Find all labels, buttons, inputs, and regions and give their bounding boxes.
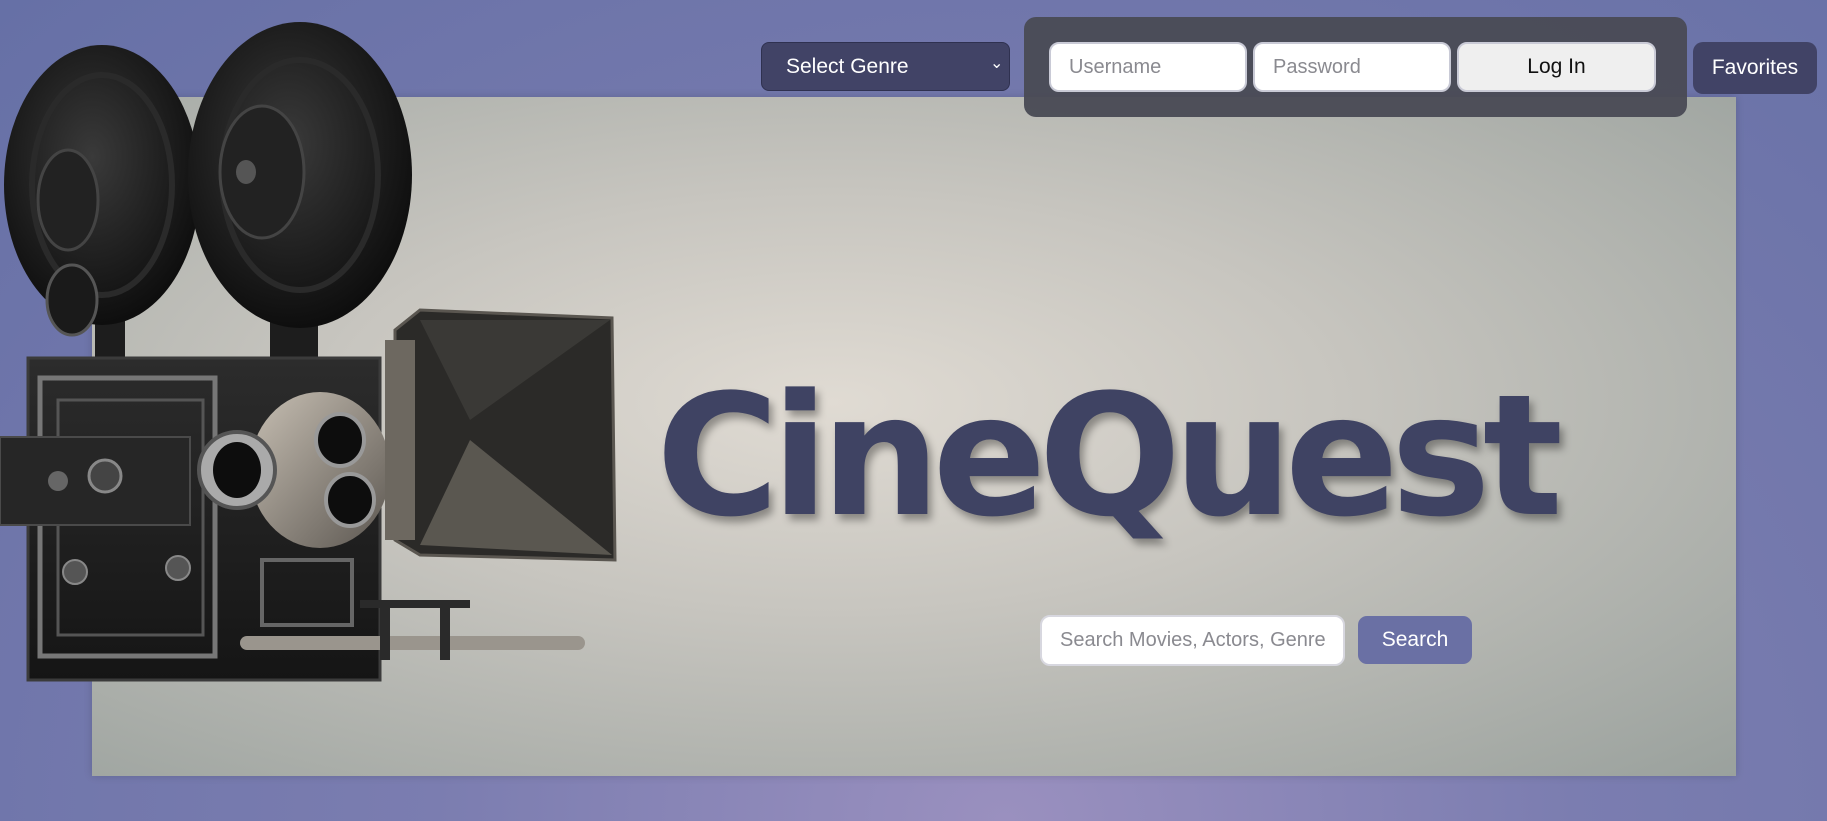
username-field[interactable]: [1049, 42, 1247, 92]
search-button[interactable]: Search: [1358, 616, 1472, 664]
password-field[interactable]: [1253, 42, 1451, 92]
search-input[interactable]: [1040, 615, 1345, 666]
site-title: CineQuest: [656, 358, 1563, 554]
login-button[interactable]: Log In: [1457, 42, 1656, 92]
film-camera-illustration: [0, 22, 617, 682]
favorites-button[interactable]: Favorites: [1693, 42, 1817, 94]
genre-select[interactable]: Select Genre: [761, 42, 1010, 91]
